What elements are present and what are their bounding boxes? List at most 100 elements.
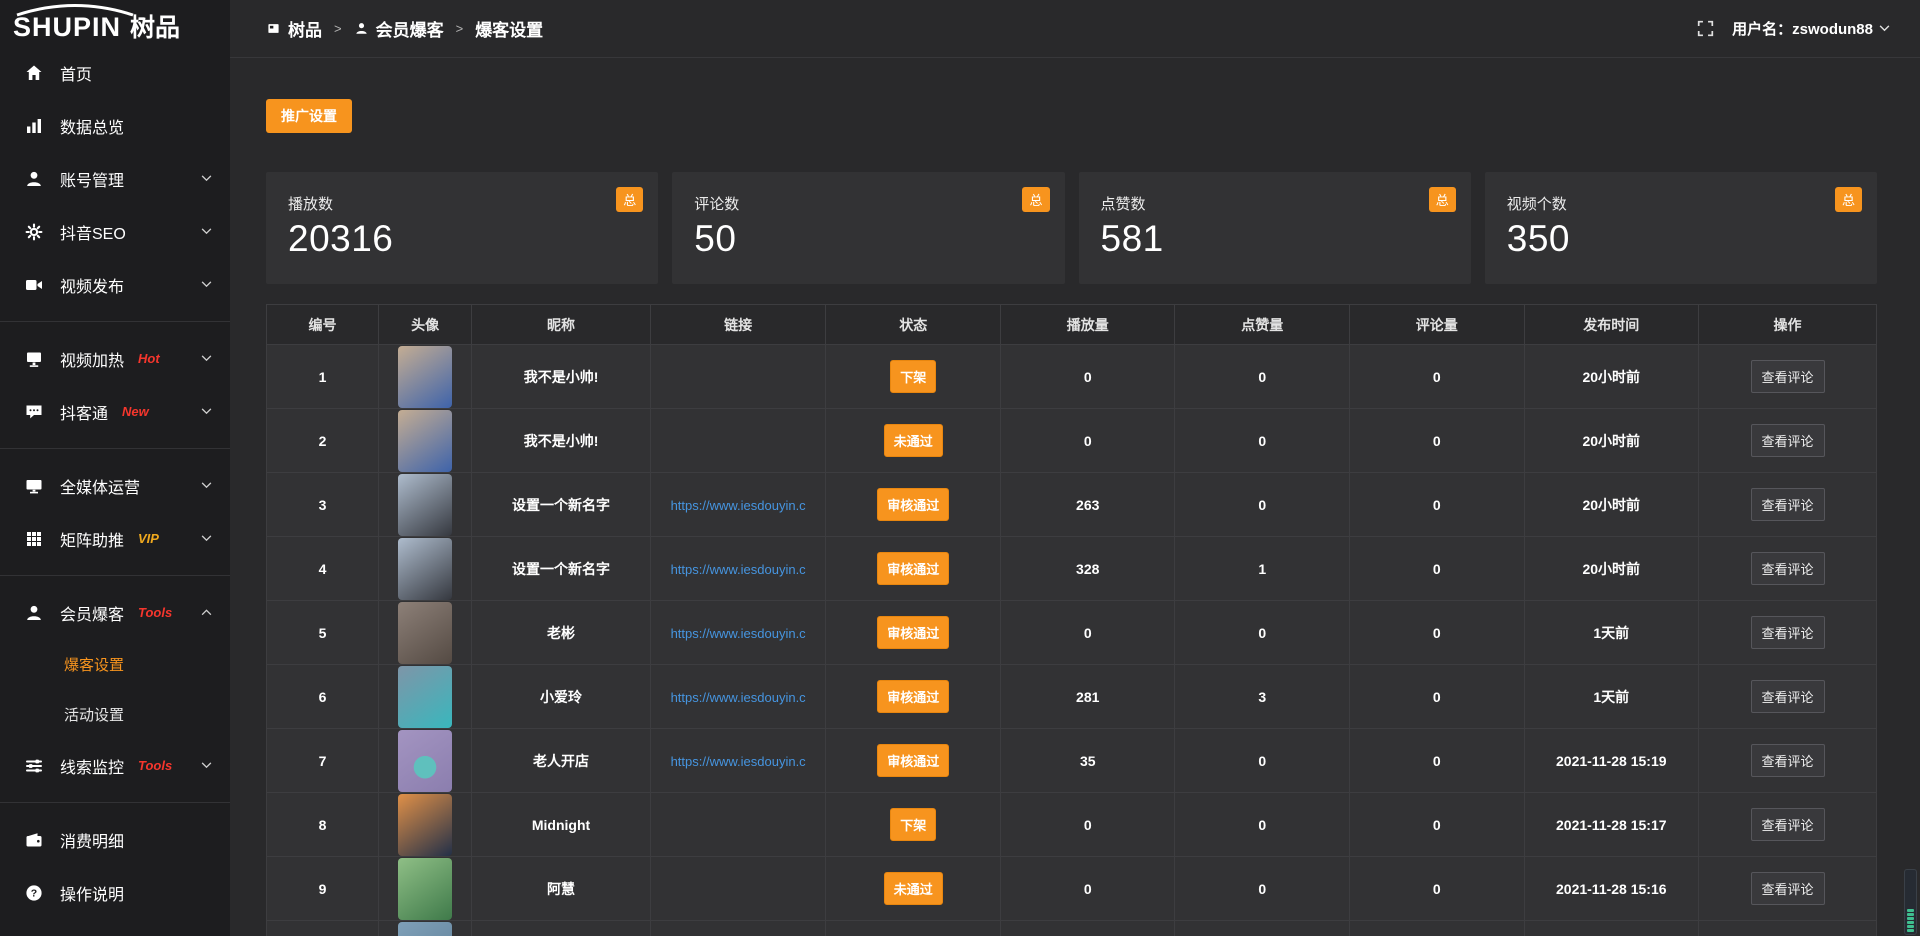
cell-comments: 0 bbox=[1350, 601, 1525, 665]
floating-widget[interactable] bbox=[1904, 869, 1917, 935]
sidebar-subitem[interactable]: 活动设置 bbox=[0, 689, 230, 739]
sidebar-item-tag: Hot bbox=[138, 351, 160, 366]
stat-card-label: 评论数 bbox=[694, 193, 1042, 214]
grid-icon bbox=[24, 529, 44, 549]
cell-status: 审核通过 bbox=[826, 601, 1001, 665]
stat-card: 视频个数350总 bbox=[1485, 172, 1877, 284]
view-comments-button[interactable]: 查看评论 bbox=[1751, 872, 1825, 905]
table-row: 9阿慧未通过0002021-11-28 15:16查看评论 bbox=[267, 857, 1877, 921]
sidebar-item[interactable]: 矩阵助推VIP bbox=[0, 512, 230, 565]
stat-cards: 播放数20316总评论数50总点赞数581总视频个数350总 bbox=[266, 172, 1877, 284]
sidebar-item[interactable]: 账号管理 bbox=[0, 152, 230, 205]
link-url[interactable]: https://www.iesdouyin.c bbox=[671, 626, 806, 641]
view-comments-button[interactable]: 查看评论 bbox=[1751, 680, 1825, 713]
sidebar-item[interactable]: 会员爆客Tools bbox=[0, 586, 230, 639]
sidebar-item[interactable]: 视频加热Hot bbox=[0, 332, 230, 385]
cell-status: 未通过 bbox=[826, 857, 1001, 921]
sidebar-item[interactable]: 消费明细 bbox=[0, 813, 230, 866]
table-row: 6小爱玲https://www.iesdouyin.c审核通过281301天前查… bbox=[267, 665, 1877, 729]
cell-avatar bbox=[379, 473, 472, 537]
chevron-down-icon bbox=[201, 228, 212, 235]
cell-likes: 1 bbox=[1175, 537, 1350, 601]
fullscreen-icon[interactable] bbox=[1697, 20, 1714, 37]
view-comments-button[interactable]: 查看评论 bbox=[1751, 552, 1825, 585]
link-url[interactable]: https://www.iesdouyin.c bbox=[671, 498, 806, 513]
sidebar-item-label: 消费明细 bbox=[60, 828, 124, 852]
breadcrumb-item[interactable]: 树品 bbox=[266, 16, 322, 41]
svg-text:?: ? bbox=[31, 887, 37, 899]
user-menu[interactable]: 用户名：zswodun88 bbox=[1732, 18, 1890, 39]
view-comments-button[interactable]: 查看评论 bbox=[1751, 808, 1825, 841]
bar-chart-icon bbox=[24, 116, 44, 136]
avatar bbox=[398, 794, 452, 856]
sidebar-item[interactable]: ?操作说明 bbox=[0, 866, 230, 919]
column-header: 播放量 bbox=[1000, 305, 1175, 345]
view-comments-button[interactable]: 查看评论 bbox=[1751, 360, 1825, 393]
view-comments-button[interactable]: 查看评论 bbox=[1751, 744, 1825, 777]
breadcrumb-separator: > bbox=[456, 21, 464, 36]
column-header: 点赞量 bbox=[1175, 305, 1350, 345]
sidebar-item[interactable]: 全媒体运营 bbox=[0, 459, 230, 512]
cell-likes: 0 bbox=[1175, 793, 1350, 857]
cell-action: 查看评论 bbox=[1699, 601, 1877, 665]
stat-card: 点赞数581总 bbox=[1079, 172, 1471, 284]
view-comments-button[interactable]: 查看评论 bbox=[1751, 424, 1825, 457]
cell-time: 20小时前 bbox=[1524, 345, 1699, 409]
sidebar-item-label: 线索监控 bbox=[60, 754, 124, 778]
link-url[interactable]: https://www.iesdouyin.c bbox=[671, 562, 806, 577]
sidebar-item[interactable]: 抖客通New bbox=[0, 385, 230, 438]
app-logo: SHUPIN 树品 bbox=[0, 0, 230, 45]
sidebar-item[interactable]: 抖音SEO bbox=[0, 205, 230, 258]
cell-comments bbox=[1350, 921, 1525, 936]
breadcrumb-label: 树品 bbox=[288, 16, 322, 41]
cell-likes: 3 bbox=[1175, 665, 1350, 729]
cell-status: 下架 bbox=[826, 345, 1001, 409]
status-badge: 审核通过 bbox=[877, 488, 949, 521]
cell-link: https://www.iesdouyin.c bbox=[650, 601, 826, 665]
cell-link bbox=[650, 857, 826, 921]
table-row: 2我不是小帅!未通过00020小时前查看评论 bbox=[267, 409, 1877, 473]
chevron-down-icon bbox=[201, 535, 212, 542]
cell-plays: 0 bbox=[1000, 409, 1175, 473]
cell-likes: 0 bbox=[1175, 345, 1350, 409]
sidebar-item-tag: VIP bbox=[138, 531, 159, 546]
column-header: 操作 bbox=[1699, 305, 1877, 345]
view-comments-button[interactable]: 查看评论 bbox=[1751, 488, 1825, 521]
cell-nickname: Midnight bbox=[472, 793, 651, 857]
avatar bbox=[398, 346, 452, 408]
logo-arc-icon bbox=[12, 3, 138, 17]
username-label: 用户名：zswodun88 bbox=[1732, 18, 1873, 39]
column-header: 头像 bbox=[379, 305, 472, 345]
cell-avatar bbox=[379, 409, 472, 473]
sidebar-item[interactable]: 数据总览 bbox=[0, 99, 230, 152]
cell-action: 查看评论 bbox=[1699, 729, 1877, 793]
breadcrumb-item[interactable]: 爆客设置 bbox=[475, 16, 543, 41]
sidebar-item[interactable]: 线索监控 Tools bbox=[0, 739, 230, 792]
question-icon: ? bbox=[24, 883, 44, 903]
records-table-wrap: 编号头像昵称链接状态播放量点赞量评论量发布时间操作1我不是小帅!下架00020小… bbox=[266, 304, 1877, 936]
sidebar-item-tag: Tools bbox=[138, 758, 172, 773]
cell-link bbox=[650, 409, 826, 473]
table-row: 4设置一个新名字https://www.iesdouyin.c审核通过32810… bbox=[267, 537, 1877, 601]
sidebar: SHUPIN 树品 首页数据总览账号管理抖音SEO视频发布视频加热Hot抖客通N… bbox=[0, 0, 230, 936]
sidebar-subitem[interactable]: 爆客设置 bbox=[0, 639, 230, 689]
cell-comments: 0 bbox=[1350, 729, 1525, 793]
promo-settings-button[interactable]: 推广设置 bbox=[266, 99, 352, 133]
cell-link: https://www.iesdouyin.c bbox=[650, 473, 826, 537]
sidebar-item[interactable]: 首页 bbox=[0, 46, 230, 99]
cell-nickname: 阿慧 bbox=[472, 857, 651, 921]
sidebar-item[interactable]: 视频发布 bbox=[0, 258, 230, 311]
cell-id: 7 bbox=[267, 729, 379, 793]
stat-card-value: 350 bbox=[1507, 218, 1855, 260]
column-header: 链接 bbox=[650, 305, 826, 345]
link-url[interactable]: https://www.iesdouyin.c bbox=[671, 754, 806, 769]
breadcrumb-item[interactable]: 会员爆客 bbox=[354, 16, 444, 41]
cell-likes: 0 bbox=[1175, 409, 1350, 473]
link-url[interactable]: https://www.iesdouyin.c bbox=[671, 690, 806, 705]
sliders-icon bbox=[24, 756, 44, 776]
avatar bbox=[398, 602, 452, 664]
cell-plays: 35 bbox=[1000, 729, 1175, 793]
view-comments-button[interactable]: 查看评论 bbox=[1751, 616, 1825, 649]
status-badge: 未通过 bbox=[884, 424, 943, 457]
sidebar-item-label: 抖客通 bbox=[60, 400, 108, 424]
